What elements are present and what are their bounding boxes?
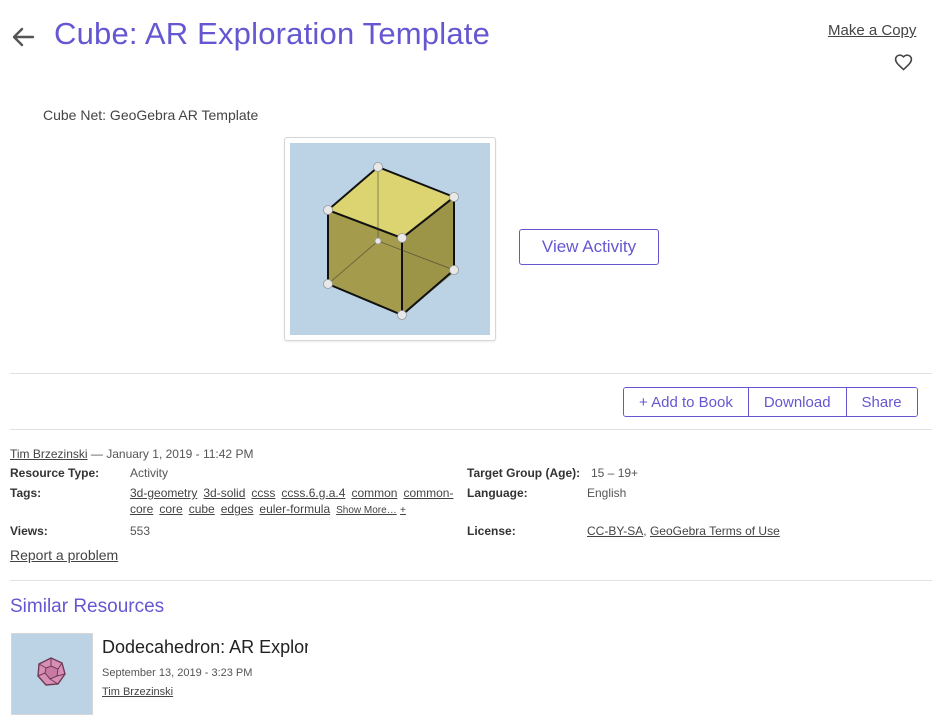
share-button[interactable]: Share	[845, 388, 917, 416]
views-value: 553	[130, 524, 151, 538]
publish-date: — January 1, 2019 - 11:42 PM	[90, 447, 254, 461]
action-button-group: + Add to Book Download Share	[623, 387, 918, 417]
activity-thumbnail[interactable]	[284, 137, 496, 341]
target-group-value: 15 – 19+	[591, 466, 639, 480]
tag-link[interactable]: 3d-solid	[203, 486, 245, 500]
tag-list: 3d-geometry 3d-solid ccss ccss.6.g.a.4 commo…	[130, 485, 460, 519]
add-to-book-button[interactable]: + Add to Book	[624, 388, 748, 416]
similar-resource-author-link[interactable]: Tim Brzezinski	[102, 686, 173, 698]
tag-link[interactable]: common	[351, 486, 397, 500]
activity-subtitle: Cube Net: GeoGebra AR Template	[43, 107, 259, 123]
target-group-label: Target Group (Age):	[467, 466, 581, 480]
download-button[interactable]: Download	[747, 388, 846, 416]
divider	[10, 580, 932, 581]
resource-type-value: Activity	[130, 466, 169, 480]
heart-icon[interactable]	[894, 53, 913, 71]
report-problem-link[interactable]: Report a problem	[10, 547, 118, 563]
tag-link[interactable]: ccss.6.g.a.4	[281, 486, 345, 500]
tag-link[interactable]: ccss	[251, 486, 275, 500]
similar-resources-heading: Similar Resources	[10, 596, 165, 617]
tag-link[interactable]: edges	[221, 502, 254, 516]
make-copy-link[interactable]: Make a Copy	[828, 22, 916, 39]
author-line: Tim Brzezinski — January 1, 2019 - 11:42…	[10, 447, 253, 461]
cube-image	[290, 143, 490, 335]
divider	[10, 373, 932, 374]
license-value: CC-BY-SA, GeoGebra Terms of Use	[587, 524, 780, 538]
views-label: Views:	[10, 524, 48, 538]
show-more-plus[interactable]: +	[400, 505, 406, 516]
license-label: License:	[467, 524, 516, 538]
similar-resource-thumbnail[interactable]	[11, 633, 93, 715]
tag-link[interactable]: cube	[189, 502, 215, 516]
language-label: Language:	[467, 486, 528, 500]
license-terms-link[interactable]: GeoGebra Terms of Use	[650, 524, 780, 538]
tag-link[interactable]: core	[159, 502, 182, 516]
back-arrow-icon[interactable]	[8, 22, 38, 52]
license-separator: ,	[643, 524, 647, 538]
language-value: English	[587, 486, 627, 500]
view-activity-button[interactable]: View Activity	[519, 229, 659, 265]
tag-link[interactable]: 3d-geometry	[130, 486, 197, 500]
license-cc-link[interactable]: CC-BY-SA	[587, 524, 643, 538]
show-more-link[interactable]: Show More…	[336, 505, 397, 516]
tag-link[interactable]: euler-formula	[259, 502, 330, 516]
similar-resource-date: September 13, 2019 - 3:23 PM	[102, 667, 253, 679]
similar-resource-title[interactable]: Dodecahedron: AR Explor	[102, 637, 308, 658]
page-title: Cube: AR Exploration Template	[54, 16, 491, 51]
tags-label: Tags:	[10, 486, 42, 500]
divider	[10, 429, 932, 430]
resource-type-label: Resource Type:	[10, 466, 100, 480]
author-link[interactable]: Tim Brzezinski	[10, 447, 88, 461]
